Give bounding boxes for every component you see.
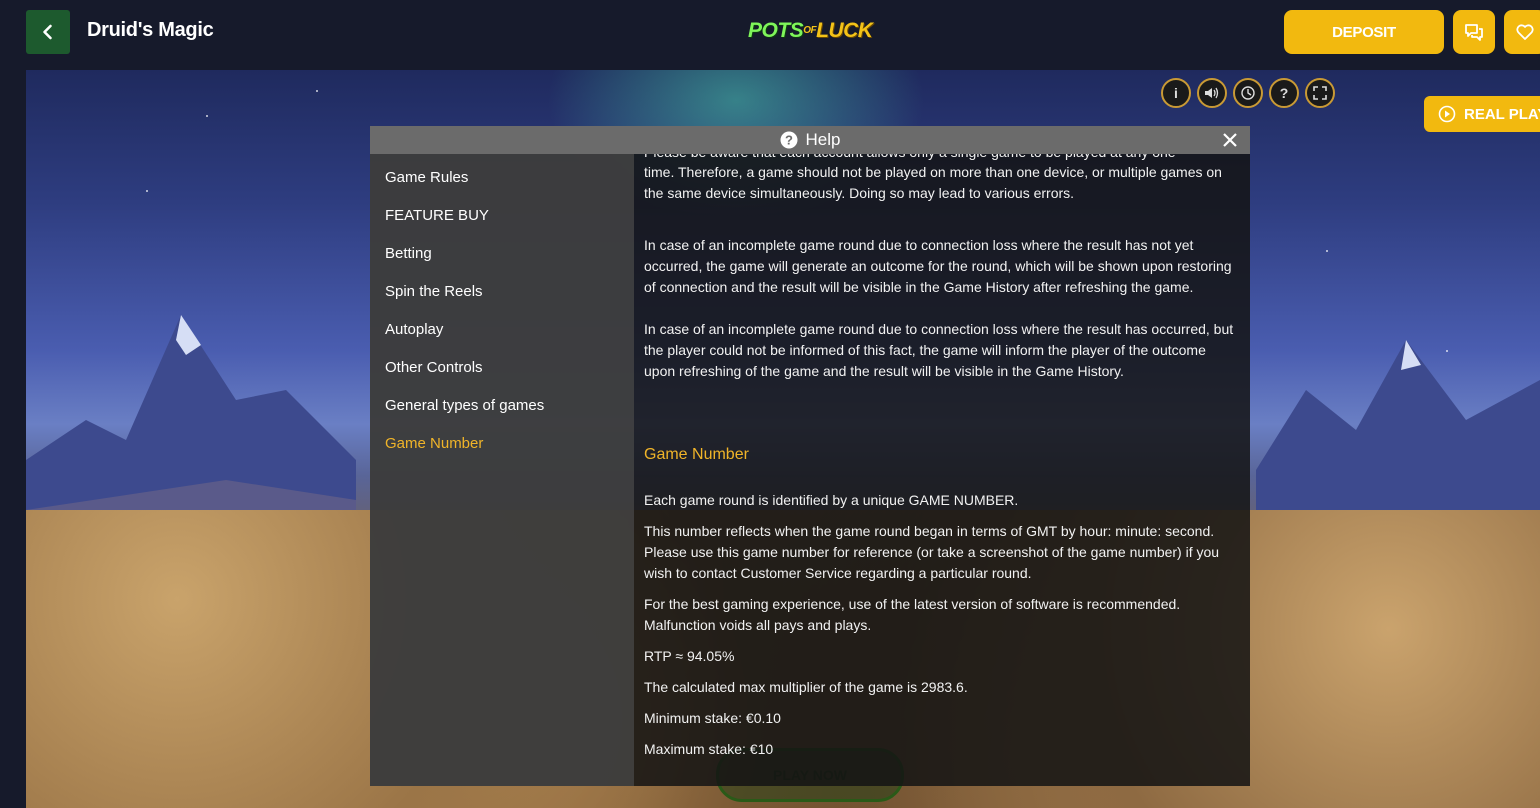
back-button[interactable] xyxy=(26,10,70,54)
chat-button[interactable] xyxy=(1453,10,1495,54)
svg-text:?: ? xyxy=(785,133,793,148)
favorite-button[interactable] xyxy=(1504,10,1540,54)
game-controls: i ? xyxy=(1161,78,1335,108)
question-icon: ? xyxy=(1279,85,1289,101)
logo-pots: POTS xyxy=(748,19,804,42)
info-button[interactable]: i xyxy=(1161,78,1191,108)
help-button[interactable]: ? xyxy=(1269,78,1299,108)
nav-item-general-types[interactable]: General types of games xyxy=(385,397,544,414)
section-title: Game Number xyxy=(644,446,749,463)
help-paragraph: This number reflects when the game round… xyxy=(644,523,1220,581)
play-circle-icon xyxy=(1438,105,1456,123)
help-content[interactable]: Please be aware that each account allows… xyxy=(634,154,1250,786)
history-icon xyxy=(1241,86,1255,100)
nav-item-game-number[interactable]: Game Number xyxy=(385,435,483,452)
chat-icon xyxy=(1465,24,1483,41)
top-bar: Druid's Magic POTSOFLUCK DEPOSIT xyxy=(0,0,1540,70)
logo-luck: LUCK xyxy=(816,19,873,42)
star xyxy=(206,115,208,117)
help-paragraph: In case of an incomplete game round due … xyxy=(644,237,1232,295)
chevron-left-icon xyxy=(43,24,52,40)
speaker-icon xyxy=(1205,87,1219,99)
star xyxy=(146,190,148,192)
nav-item-other-controls[interactable]: Other Controls xyxy=(385,359,483,376)
help-paragraph: time. Therefore, a game should not be pl… xyxy=(644,164,1222,201)
logo-of: OF xyxy=(803,25,817,36)
history-button[interactable] xyxy=(1233,78,1263,108)
nav-item-spin-the-reels[interactable]: Spin the Reels xyxy=(385,283,483,300)
star xyxy=(1326,250,1328,252)
nav-item-feature-buy[interactable]: FEATURE BUY xyxy=(385,207,489,224)
help-nav: Game Rules FEATURE BUY Betting Spin the … xyxy=(370,154,634,786)
fullscreen-icon xyxy=(1313,86,1327,100)
nav-item-betting[interactable]: Betting xyxy=(385,245,432,262)
question-circle-icon: ? xyxy=(780,131,798,149)
rtp-value: RTP ≈ 94.05% xyxy=(644,648,735,664)
sound-button[interactable] xyxy=(1197,78,1227,108)
help-paragraph: For the best gaming experience, use of t… xyxy=(644,596,1181,633)
real-play-label: REAL PLAY xyxy=(1464,105,1540,123)
deposit-button[interactable]: DEPOSIT xyxy=(1284,10,1444,54)
nav-item-game-rules[interactable]: Game Rules xyxy=(385,169,468,186)
close-icon xyxy=(1223,133,1237,147)
game-title: Druid's Magic xyxy=(87,19,214,41)
maximum-stake: Maximum stake: €10 xyxy=(644,741,774,757)
help-paragraph: In case of an incomplete game round due … xyxy=(644,321,1234,379)
help-dialog: ? Help Game Rules FEATURE BUY Betting Sp… xyxy=(370,126,1250,786)
close-button[interactable] xyxy=(1220,130,1240,150)
max-multiplier: The calculated max multiplier of the gam… xyxy=(644,679,968,695)
heart-icon xyxy=(1516,24,1534,40)
nav-item-autoplay[interactable]: Autoplay xyxy=(385,321,443,338)
fullscreen-button[interactable] xyxy=(1305,78,1335,108)
info-icon: i xyxy=(1174,85,1178,101)
site-logo[interactable]: POTSOFLUCK xyxy=(748,19,873,43)
minimum-stake: Minimum stake: €0.10 xyxy=(644,710,781,726)
help-title: Help xyxy=(805,130,841,149)
help-header: ? Help xyxy=(370,126,1250,154)
real-play-button[interactable]: REAL PLAY xyxy=(1424,96,1540,132)
star xyxy=(316,90,318,92)
help-paragraph: Each game round is identified by a uniqu… xyxy=(644,492,1019,508)
